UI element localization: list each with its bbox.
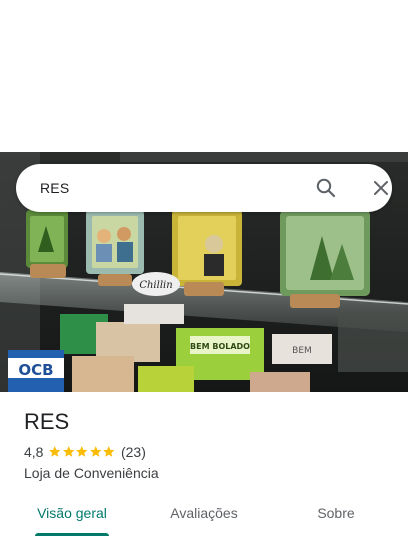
star-rating [48,445,116,459]
product-tin-yellow [172,210,242,286]
product-tin-green-left [26,210,68,268]
search-input[interactable]: RES [40,164,69,212]
star-icon [76,446,88,458]
place-title: RES [24,409,70,434]
search-icon[interactable] [314,176,338,200]
review-count[interactable]: (23) [121,444,146,460]
svg-text:OCB: OCB [18,361,53,379]
close-icon[interactable] [369,176,393,200]
bem-box: BEM [272,334,332,364]
chillin-sign: Chillin [132,272,180,296]
place-category[interactable]: Loja de Conveniência [24,464,159,482]
product-tin-green-right [280,210,370,296]
tab-overview[interactable]: Visão geral [24,496,120,536]
rating-value: 4,8 [24,444,44,460]
top-blank-area [0,0,408,152]
svg-text:BEM BOLADO: BEM BOLADO [190,342,250,351]
star-icon [103,446,115,458]
svg-text:Chillin: Chillin [139,280,172,291]
star-icon [63,446,75,458]
tab-about[interactable]: Sobre [288,496,384,536]
search-bar[interactable]: RES [16,164,392,212]
star-icon [90,446,102,458]
ocb-pack: OCB [8,350,64,392]
rating-row[interactable]: 4,8 (23) [24,443,146,461]
place-tabs: Visão geral Avaliações Sobre [0,496,408,544]
svg-text:BEM: BEM [292,346,312,356]
star-icon [49,446,61,458]
product-tin-characters [86,210,144,274]
active-tab-indicator [35,533,109,536]
tab-reviews[interactable]: Avaliações [156,496,252,536]
